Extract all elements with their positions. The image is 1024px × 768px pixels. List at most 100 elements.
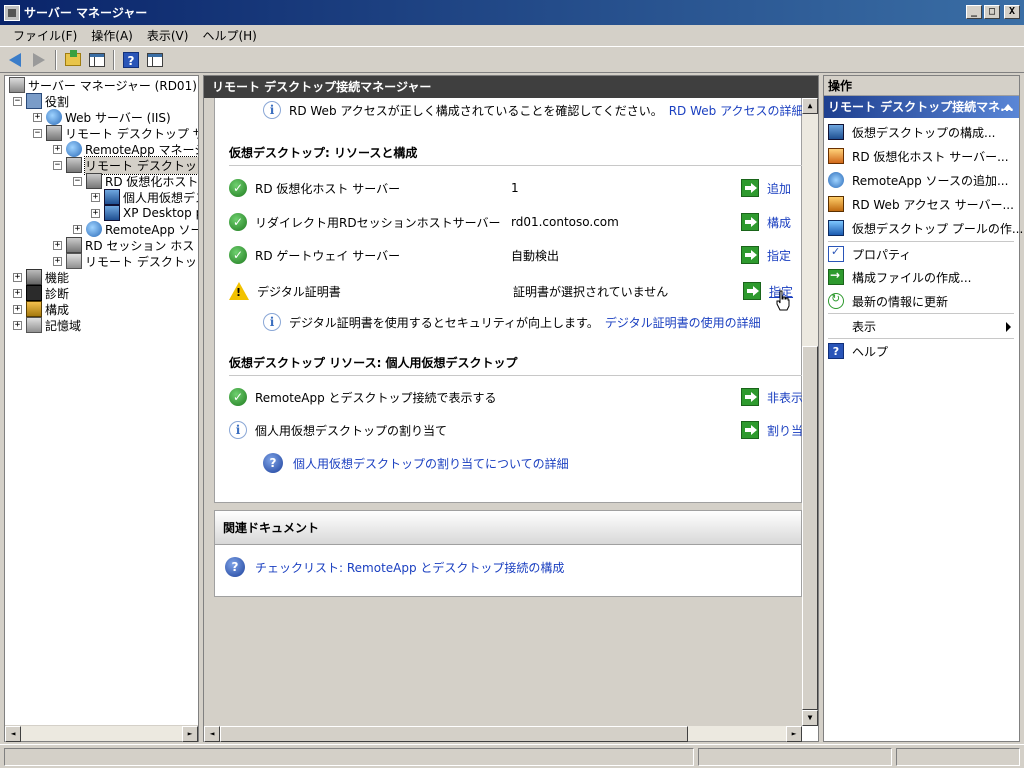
assign-details-link[interactable]: 個人用仮想デスクトップの割り当てについての詳細 [293, 455, 569, 472]
action-pane-subheader[interactable]: リモート デスクトップ接続マネ... [824, 96, 1019, 118]
checklist-link[interactable]: チェックリスト: RemoteApp とデスクトップ接続の構成 [255, 559, 564, 576]
row-virt-host: ✓ RD 仮想化ホスト サーバー 1 追加 [229, 178, 791, 198]
results-vertical-scrollbar[interactable]: ▲ ▼ [802, 98, 818, 726]
tree-horizontal-scrollbar[interactable]: ◄ ► [5, 725, 198, 742]
expand-icon[interactable]: + [53, 256, 62, 266]
tree-item-remoteapp-manager[interactable]: + RemoteApp マネージャー [53, 141, 198, 157]
forward-button[interactable] [28, 49, 50, 71]
scroll-down-button[interactable]: ▼ [802, 710, 818, 726]
vertical-scroll-thumb[interactable] [802, 346, 818, 710]
web-access-details-link[interactable]: RD Web アクセスの詳細 [669, 102, 802, 119]
action-view[interactable]: 表示 [828, 317, 1016, 335]
action-configure-vd[interactable]: 仮想デスクトップの構成... [828, 123, 995, 141]
maximize-button[interactable]: □ [984, 5, 1000, 19]
collapse-icon[interactable]: − [53, 160, 62, 170]
collapse-caret-icon[interactable] [1003, 104, 1013, 110]
scroll-right-button[interactable]: ► [786, 726, 802, 742]
action-refresh[interactable]: 最新の情報に更新 [828, 292, 948, 310]
go-arrow-icon[interactable] [741, 213, 759, 231]
tree-item-web-server[interactable]: + Web サーバー (IIS) [33, 109, 171, 125]
tree-item-rds[interactable]: − リモート デスクトップ サービス [33, 125, 198, 141]
expand-icon[interactable]: + [53, 144, 62, 154]
action-pane: 操作 リモート デスクトップ接続マネ... 仮想デスクトップの構成... RD … [823, 75, 1023, 742]
personal-vd-icon [104, 189, 120, 205]
menu-action[interactable]: 操作(A) [84, 25, 140, 46]
tree-item-remoteapp-source[interactable]: + RemoteApp ソース [73, 221, 198, 237]
tree-item-rd-session-host[interactable]: + RD セッション ホストの構成 [53, 237, 198, 253]
expand-icon[interactable]: + [53, 240, 62, 250]
tree-item-xp-desktop[interactable]: + XP Desktop pool [91, 205, 198, 221]
redirect-host-configure-link[interactable]: 構成 [767, 214, 791, 231]
expand-icon[interactable]: + [73, 224, 82, 234]
hide-link[interactable]: 非表示 [767, 389, 802, 406]
show-hide-action-button[interactable] [144, 49, 166, 71]
remoteapp-icon [66, 141, 82, 157]
tree-item-diagnostics[interactable]: + 診断 [13, 285, 69, 301]
menu-file[interactable]: ファイル(F) [6, 25, 84, 46]
tree-item-configuration[interactable]: + 構成 [13, 301, 69, 317]
back-button[interactable] [4, 49, 26, 71]
show-hide-tree-button[interactable] [86, 49, 108, 71]
tree-item-storage[interactable]: + 記憶域 [13, 317, 81, 333]
collapse-icon[interactable]: − [33, 128, 42, 138]
horizontal-scroll-thumb[interactable] [220, 726, 688, 742]
scroll-up-button[interactable]: ▲ [802, 98, 818, 114]
info-icon: i [263, 101, 281, 119]
toolbar: ? [0, 46, 1024, 73]
action-create-pool[interactable]: 仮想デスクトップ プールの作... [828, 219, 1023, 237]
close-button[interactable]: X [1004, 5, 1020, 19]
features-icon [26, 269, 42, 285]
diagnostics-icon [26, 285, 42, 301]
tree-item-rd-connection-manager[interactable]: − リモート デスクトップ接続マネージャー [53, 155, 198, 175]
go-arrow-icon[interactable] [741, 179, 759, 197]
expand-icon[interactable]: + [13, 320, 22, 330]
tree-item-features[interactable]: + 機能 [13, 269, 69, 285]
minimize-button[interactable]: _ [966, 5, 982, 19]
ok-status-icon: ✓ [229, 179, 247, 197]
expand-icon[interactable]: + [13, 272, 22, 282]
go-arrow-icon[interactable] [741, 246, 759, 264]
scroll-left-button[interactable]: ◄ [204, 726, 220, 742]
up-level-button[interactable] [62, 49, 84, 71]
action-create-config-file[interactable]: 構成ファイルの作成... [828, 268, 971, 286]
tree-item-roles[interactable]: − 役割 [13, 93, 69, 109]
expand-icon[interactable]: + [33, 112, 42, 122]
tree-item-root[interactable]: サーバー マネージャー (RD01) [9, 77, 197, 93]
expand-icon[interactable]: + [13, 288, 22, 298]
action-properties[interactable]: プロパティ [828, 245, 911, 263]
collapse-icon[interactable]: − [13, 96, 22, 106]
row-rd-gateway: ✓ RD ゲートウェイ サーバー 自動検出 指定 [229, 245, 791, 265]
cert-details-link[interactable]: デジタル証明書の使用の詳細 [605, 314, 761, 331]
go-arrow-icon[interactable] [741, 421, 759, 439]
menu-view[interactable]: 表示(V) [140, 25, 196, 46]
tree-item-rd-virt-host[interactable]: − RD 仮想化ホスト サーバー [73, 173, 198, 189]
results-horizontal-scrollbar[interactable]: ◄ ► [204, 725, 802, 742]
toolbar-separator [55, 49, 57, 70]
tree-item-rd-services[interactable]: + リモート デスクトップ サービス [53, 253, 198, 269]
action-add-remoteapp-source[interactable]: RemoteApp ソースの追加... [828, 171, 1008, 189]
scroll-left-button[interactable]: ◄ [5, 726, 21, 742]
ok-status-icon: ✓ [229, 213, 247, 231]
expand-icon[interactable]: + [13, 304, 22, 314]
action-help[interactable]: ? ヘルプ [828, 342, 888, 360]
expand-icon[interactable]: + [91, 208, 100, 218]
desktop-pool-icon [104, 205, 120, 221]
virt-host-add-link[interactable]: 追加 [767, 180, 791, 197]
action-web-access-server[interactable]: RD Web アクセス サーバー... [828, 195, 1014, 213]
gateway-specify-link[interactable]: 指定 [767, 247, 791, 264]
go-arrow-icon[interactable] [741, 388, 759, 406]
info-icon: i [263, 313, 281, 331]
status-bar [0, 744, 1024, 768]
tree-item-personal-vd[interactable]: + 個人用仮想デスクトップ [91, 189, 198, 205]
expand-icon[interactable]: + [91, 192, 100, 202]
console-tree-pane: サーバー マネージャー (RD01) − 役割 + Web サーバー (IIS)… [4, 75, 199, 742]
help-button[interactable]: ? [120, 49, 142, 71]
scroll-right-button[interactable]: ► [182, 726, 198, 742]
menu-help[interactable]: ヘルプ(H) [195, 25, 263, 46]
action-virt-host-server[interactable]: RD 仮想化ホスト サーバー... [828, 147, 1009, 165]
server-manager-icon [4, 4, 20, 21]
go-arrow-icon[interactable] [743, 282, 761, 300]
assign-link[interactable]: 割り当て [767, 422, 802, 439]
collapse-icon[interactable]: − [73, 176, 82, 186]
action-separator [828, 313, 1014, 314]
